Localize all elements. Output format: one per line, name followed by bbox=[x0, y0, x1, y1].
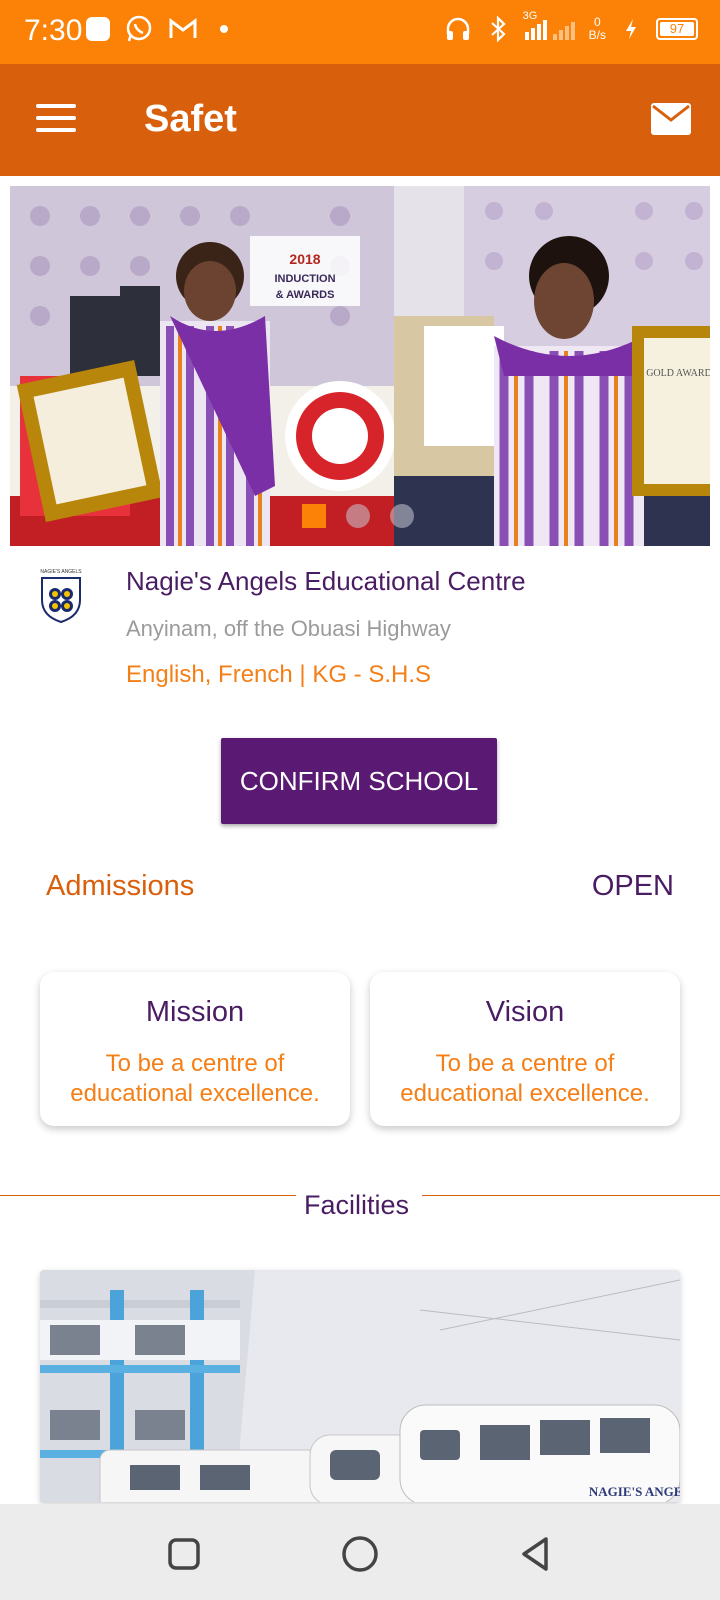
carousel-indicator-3[interactable] bbox=[390, 504, 414, 528]
facilities-heading: Facilities bbox=[304, 1190, 410, 1220]
status-time: 7:30 bbox=[24, 14, 83, 47]
divider-line-right bbox=[422, 1195, 720, 1196]
recents-button[interactable] bbox=[164, 1534, 204, 1574]
svg-text:& AWARDS: & AWARDS bbox=[276, 289, 335, 301]
system-navigation-bar bbox=[0, 1504, 720, 1600]
vision-text: To be a centre of educational excellence… bbox=[400, 1050, 650, 1107]
carousel-indicators[interactable] bbox=[302, 504, 414, 528]
carousel-indicator-2[interactable] bbox=[346, 504, 370, 528]
svg-text:NAGIE'S ANGELS: NAGIE'S ANGELS bbox=[40, 569, 82, 575]
mail-icon[interactable] bbox=[650, 102, 692, 136]
vision-title: Vision bbox=[485, 996, 565, 1028]
headphones-icon bbox=[443, 14, 473, 44]
home-button[interactable] bbox=[340, 1534, 380, 1574]
carousel-slide-award-ceremony: 2018 INDUCTION & AWARDS bbox=[10, 186, 395, 546]
admissions-label: Admissions bbox=[46, 870, 195, 902]
battery-level: 97 bbox=[669, 21, 685, 36]
gmail-icon bbox=[168, 14, 198, 44]
bus-lettering: NAGIE'S ANGEL bbox=[589, 1484, 680, 1499]
whatsapp-icon bbox=[124, 14, 154, 44]
bluetooth-icon bbox=[483, 14, 513, 44]
notification-icons bbox=[86, 14, 228, 44]
hamburger-menu-icon[interactable] bbox=[36, 104, 76, 134]
battery-icon: 97 bbox=[656, 18, 698, 40]
mission-text: To be a centre of educational excellence… bbox=[70, 1050, 320, 1107]
mission-card: Mission To be a centre of educational ex… bbox=[40, 972, 350, 1126]
admissions-status: OPEN bbox=[591, 870, 674, 902]
app-bar: Safet bbox=[0, 64, 720, 176]
school-languages-levels: English, French | KG - S.H.S bbox=[126, 661, 432, 688]
signal-icon: 3G bbox=[523, 10, 579, 44]
app-notification-icon bbox=[86, 17, 110, 41]
svg-text:2018: 2018 bbox=[289, 251, 320, 267]
more-notifications-dot bbox=[220, 25, 228, 33]
svg-text:INDUCTION: INDUCTION bbox=[274, 273, 335, 285]
school-logo: NAGIE'S ANGELS bbox=[34, 566, 88, 626]
back-button[interactable] bbox=[516, 1534, 556, 1574]
confirm-school-button[interactable]: CONFIRM SCHOOL bbox=[221, 738, 497, 824]
facility-image-buses[interactable]: NAGIE'S ANGEL bbox=[40, 1270, 680, 1502]
mission-title: Mission bbox=[145, 996, 245, 1028]
carousel-indicator-1[interactable] bbox=[302, 504, 326, 528]
school-address: Anyinam, off the Obuasi Highway bbox=[126, 616, 451, 641]
network-type: 3G bbox=[522, 10, 538, 22]
certificate-text: GOLD AWARD bbox=[646, 368, 710, 379]
charging-icon bbox=[616, 14, 646, 44]
carousel-slide-gold-award: GOLD AWARD bbox=[394, 186, 710, 546]
app-title: Safet bbox=[144, 98, 237, 140]
system-icons: 3G 0 B/s 97 bbox=[443, 10, 698, 44]
vision-card: Vision To be a centre of educational exc… bbox=[370, 972, 680, 1126]
status-bar: 7:30 3G 0 B/s 97 bbox=[0, 0, 720, 64]
divider-line-left bbox=[0, 1195, 296, 1196]
net-speed: 0 B/s bbox=[588, 15, 606, 42]
image-carousel[interactable]: 2018 INDUCTION & AWARDS GOLD AWARD bbox=[10, 186, 710, 546]
facilities-divider: Facilities bbox=[0, 1190, 720, 1226]
school-name: Nagie's Angels Educational Centre bbox=[126, 566, 526, 596]
